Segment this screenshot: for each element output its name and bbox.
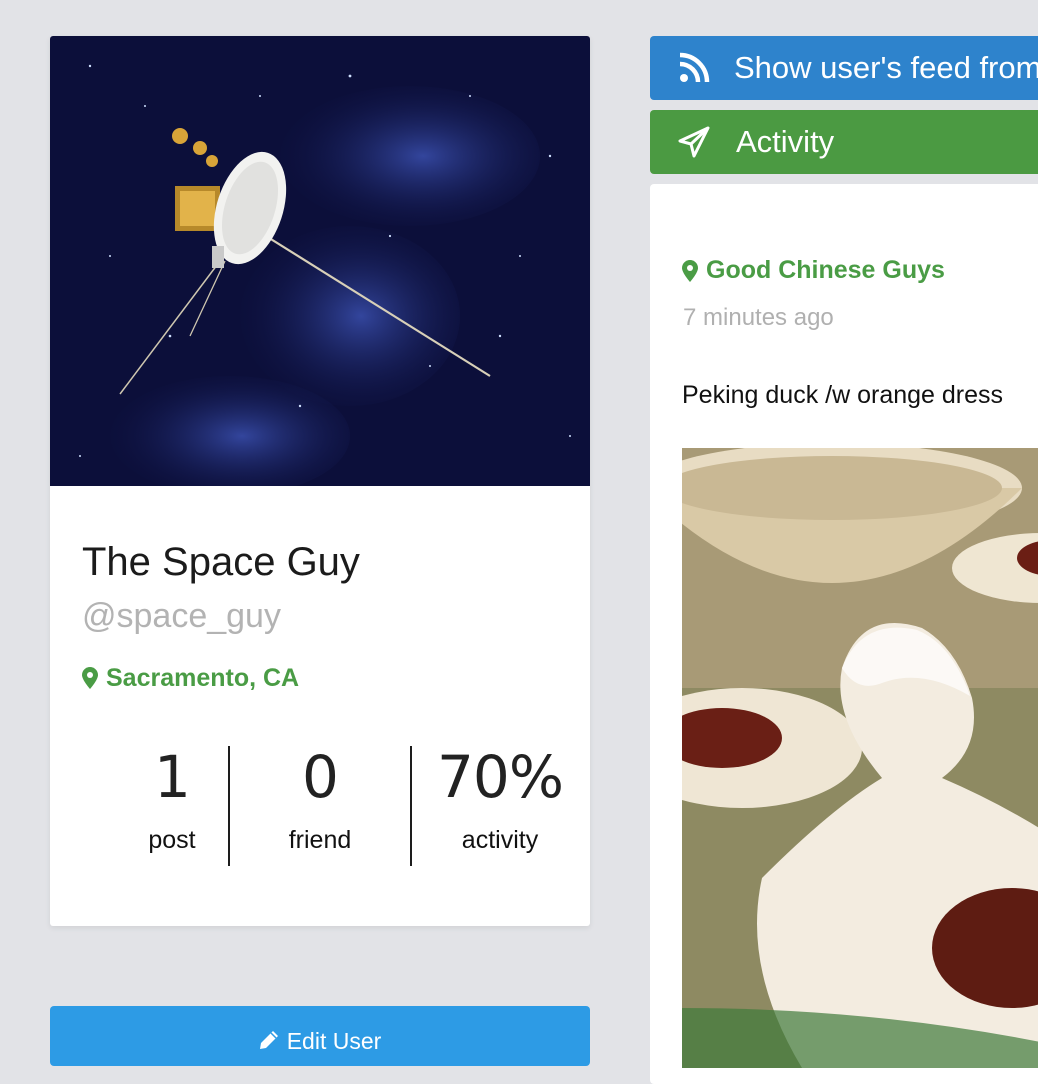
activity-tab[interactable]: Activity <box>650 110 1038 174</box>
pencil-icon <box>259 1031 278 1049</box>
stat-activity-label: activity <box>461 826 539 854</box>
post-card: Good Chinese Guys 7 minutes ago Peking d… <box>650 184 1038 1084</box>
show-feed-button[interactable]: Show user's feed from <box>650 36 1038 100</box>
profile-stats: 1 post 0 friend 70% activity <box>82 742 564 872</box>
paper-plane-icon <box>678 126 710 158</box>
edit-user-label: Edit User <box>286 1028 382 1054</box>
post-photo[interactable] <box>682 448 1038 1068</box>
display-name: The Space Guy <box>82 540 360 584</box>
show-feed-label: Show user's feed from <box>734 50 1038 85</box>
stat-friends-value: 0 <box>302 743 339 811</box>
username: @space_guy <box>82 597 281 635</box>
stat-activity: 70% activity <box>410 742 590 855</box>
map-pin-icon <box>82 667 98 689</box>
post-place[interactable]: Good Chinese Guys <box>682 256 945 285</box>
stat-activity-value: 70% <box>437 743 564 811</box>
activity-label: Activity <box>736 124 835 159</box>
stat-friends-label: friend <box>288 826 352 854</box>
profile-cover-image <box>50 36 590 486</box>
profile-location[interactable]: Sacramento, CA <box>82 662 558 694</box>
edit-user-button[interactable]: Edit User <box>50 1006 590 1066</box>
location-text: Sacramento, CA <box>106 664 300 692</box>
stat-friends: 0 friend <box>230 742 410 855</box>
profile-card: The Space Guy @space_guy Sacramento, CA … <box>50 36 590 926</box>
post-place-name: Good Chinese Guys <box>706 256 945 284</box>
map-pin-icon <box>682 259 698 282</box>
post-timestamp: 7 minutes ago <box>683 304 834 331</box>
post-text: Peking duck /w orange dress <box>682 381 1004 409</box>
rss-icon <box>679 52 710 83</box>
